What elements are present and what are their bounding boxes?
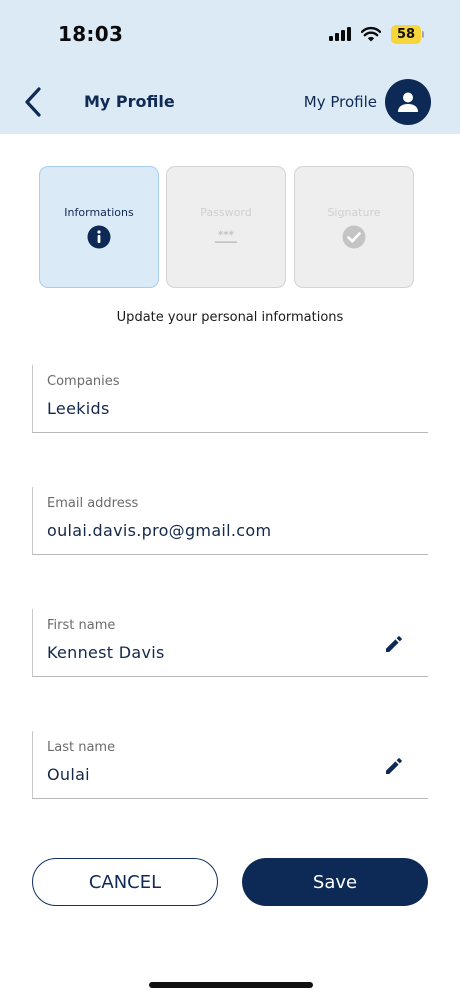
status-time: 18:03: [58, 22, 124, 46]
field-label: Companies: [47, 374, 120, 389]
avatar[interactable]: [385, 79, 431, 125]
home-indicator: [149, 982, 313, 988]
page-title: My Profile: [84, 92, 175, 111]
info-icon: [87, 225, 111, 249]
field-label: Last name: [47, 740, 116, 755]
field-value: Kennest Davis: [47, 643, 165, 662]
save-button[interactable]: Save: [242, 858, 428, 906]
section-subtitle: Update your personal informations: [116, 310, 344, 325]
field-value: Leekids: [47, 399, 110, 418]
companies-field[interactable]: Companies Leekids: [32, 365, 428, 433]
field-label: Email address: [47, 496, 139, 511]
battery-level: 58: [391, 24, 421, 44]
field-value: oulai.davis.pro@gmail.com: [47, 521, 272, 540]
cancel-button[interactable]: CANCEL: [32, 858, 218, 906]
last-name-field[interactable]: Last name Oulai: [32, 731, 428, 799]
step-label: Signature: [327, 205, 381, 219]
user-menu-label[interactable]: My Profile: [304, 93, 377, 111]
pencil-icon[interactable]: [384, 756, 404, 776]
header-bar: 18:03 58 My Profile My Profile: [0, 0, 460, 134]
person-icon: [398, 92, 418, 112]
back-button[interactable]: [18, 84, 48, 120]
step-signature[interactable]: Signature: [294, 166, 414, 288]
field-value: Oulai: [47, 765, 90, 784]
svg-text:***: ***: [218, 229, 235, 241]
step-label: Informations: [64, 205, 134, 219]
pencil-icon[interactable]: [384, 634, 404, 654]
check-circle-icon: [342, 225, 366, 249]
chevron-left-icon: [25, 87, 41, 117]
field-label: First name: [47, 618, 116, 633]
first-name-field[interactable]: First name Kennest Davis: [32, 609, 428, 677]
wifi-icon: [361, 26, 381, 42]
email-field[interactable]: Email address oulai.davis.pro@gmail.com: [32, 487, 428, 555]
cellular-signal-icon: [329, 27, 351, 41]
step-password[interactable]: Password ***: [166, 166, 286, 288]
battery-icon: 58: [391, 24, 424, 44]
status-icons: 58: [329, 24, 424, 44]
password-dots-icon: ***: [214, 225, 238, 249]
step-informations[interactable]: Informations: [39, 166, 159, 288]
step-label: Password: [200, 205, 252, 219]
